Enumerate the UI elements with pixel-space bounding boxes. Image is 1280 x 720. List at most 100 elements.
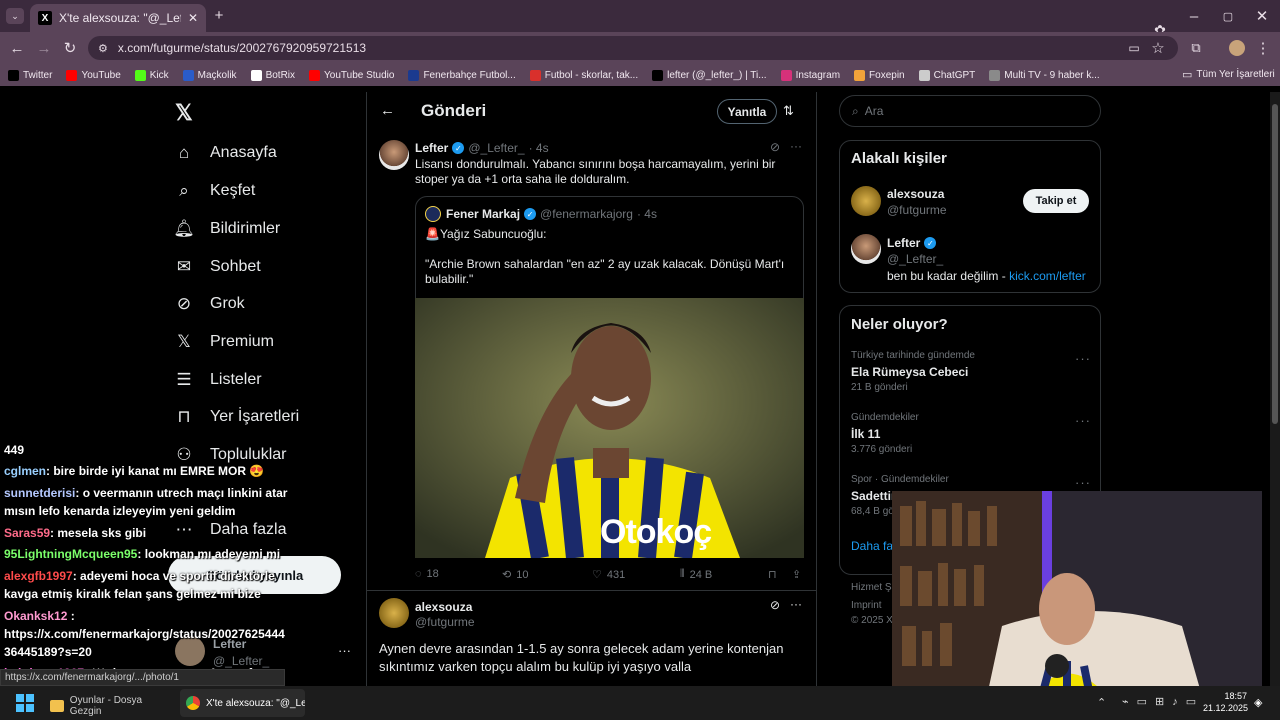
- grok-icon[interactable]: ⊘: [770, 598, 780, 612]
- bookmark-item[interactable]: Instagram: [780, 69, 840, 81]
- all-bookmarks-folder[interactable]: ▭ Tüm Yer İşaretleri: [1182, 68, 1275, 81]
- tab-search-button[interactable]: ⌄: [6, 8, 24, 24]
- taskbar-explorer[interactable]: Oyunlar - Dosya Gezgin: [50, 695, 175, 717]
- nav-item-sohbet[interactable]: ✉ Sohbet: [174, 257, 261, 277]
- scrollbar-thumb[interactable]: [1272, 104, 1278, 424]
- nav-item-anasayfa[interactable]: ⌂ Anasayfa: [174, 143, 277, 163]
- nav-item-bildirimler[interactable]: 🔔︎ Bildirimler: [173, 219, 280, 239]
- bookmark-item[interactable]: Multi TV - 9 haber k...: [989, 69, 1100, 81]
- chart-icon: ⫴: [680, 568, 685, 580]
- clock-time[interactable]: 18:57: [1203, 691, 1247, 701]
- filter-settings-icon[interactable]: ⇅: [783, 103, 794, 119]
- maximize-button[interactable]: ▢: [1220, 8, 1236, 24]
- windows-start-icon[interactable]: [16, 694, 34, 712]
- like-action[interactable]: ♡ 431: [592, 568, 625, 582]
- trend-more-icon[interactable]: ···: [1075, 475, 1091, 490]
- x-logo-icon[interactable]: 𝕏: [175, 100, 193, 126]
- new-tab-button[interactable]: +: [212, 7, 226, 24]
- clock-date[interactable]: 21.12.2025: [1203, 703, 1248, 713]
- tweet-author-name[interactable]: Lefter: [415, 141, 448, 155]
- views-action[interactable]: ⫴ 24 B: [680, 568, 712, 581]
- scrollbar[interactable]: [1270, 92, 1280, 686]
- player-photo[interactable]: Otokoç: [415, 298, 804, 558]
- taskbar-chrome[interactable]: X'te alexsouza: "@_Left: [180, 689, 305, 717]
- back-arrow-icon[interactable]: ←: [380, 102, 395, 119]
- reply-author-handle[interactable]: @futgurme: [415, 615, 475, 629]
- reply-author-avatar[interactable]: [379, 598, 409, 628]
- account-more-icon[interactable]: ···: [338, 643, 351, 658]
- chat-text: https://x.com/fenermarkajorg/status/2002…: [4, 627, 285, 641]
- tray-icons[interactable]: ⌁▭⊞♪▭: [1122, 695, 1204, 708]
- share-action[interactable]: ⇪: [792, 568, 801, 581]
- bookmark-item[interactable]: lefter (@_lefter_) | Ti...: [652, 69, 767, 81]
- minimize-button[interactable]: –: [1186, 8, 1202, 25]
- trend-name[interactable]: Ela Rümeysa Cebeci: [851, 365, 968, 379]
- tray-chevron-icon[interactable]: ⌃: [1097, 696, 1106, 709]
- trend-more-icon[interactable]: ···: [1075, 413, 1091, 428]
- show-more-link[interactable]: Daha fa: [851, 539, 893, 553]
- nav-item-yer-i-şaretleri[interactable]: ⊓ Yer İşaretleri: [174, 407, 299, 427]
- cast-icon[interactable]: ▭: [1126, 40, 1142, 56]
- trend-more-icon[interactable]: ···: [1075, 351, 1091, 366]
- tweet-time[interactable]: · 4s: [529, 141, 549, 155]
- bookmark-item[interactable]: ChatGPT: [918, 69, 975, 81]
- bookmark-item[interactable]: Fenerbahçe Futbol...: [408, 69, 516, 81]
- reply-author-name[interactable]: alexsouza: [415, 600, 472, 614]
- nav-item-daha-fazla[interactable]: ⋯ Daha fazla: [174, 520, 287, 540]
- nav-item-grok[interactable]: ⊘ Grok: [174, 294, 245, 314]
- tweet-author-handle[interactable]: @_Lefter_: [468, 141, 524, 155]
- person-avatar[interactable]: [851, 186, 881, 216]
- trend-context: Spor · Gündemdekiler: [851, 474, 949, 485]
- extensions-icon[interactable]: ⧉: [1188, 40, 1204, 56]
- nav-label: Sohbet: [210, 258, 261, 275]
- address-bar[interactable]: ⚙ x.com/futgurme/status/2002767920959721…: [88, 36, 1178, 60]
- search-input[interactable]: ⌕ Ara: [839, 95, 1101, 127]
- home-icon: ⌂: [178, 143, 190, 162]
- tab-close-icon[interactable]: ✕: [188, 11, 198, 25]
- retweet-action[interactable]: ⟲ 10: [502, 568, 528, 582]
- person-avatar[interactable]: [851, 234, 881, 264]
- reply-header-button[interactable]: Yanıtla: [717, 99, 777, 124]
- chat-username: Saras59: [4, 526, 51, 540]
- nav-item-premium[interactable]: 𝕏 Premium: [174, 332, 274, 352]
- nav-item-topluluklar[interactable]: ⚇ Topluluklar: [174, 445, 286, 465]
- site-info-icon[interactable]: ⚙: [98, 42, 108, 55]
- person-name[interactable]: alexsouza: [887, 187, 944, 201]
- person-handle[interactable]: @futgurme: [887, 203, 947, 217]
- bookmark-item[interactable]: Futbol - skorlar, tak...: [529, 69, 638, 81]
- chat-message: mısın lefo kenarda izleyeyim yeni geldim: [4, 504, 235, 518]
- notification-icon[interactable]: ◈: [1254, 696, 1262, 709]
- nav-item-keşfet[interactable]: ⌕ Keşfet: [174, 181, 255, 201]
- bookmark-star-icon[interactable]: ☆: [1150, 40, 1166, 57]
- follow-button[interactable]: Takip et: [1023, 189, 1089, 213]
- bookmark-item[interactable]: Kick: [134, 69, 169, 81]
- forward-button[interactable]: →: [35, 39, 53, 57]
- footer-link[interactable]: Imprint: [851, 600, 882, 611]
- bookmark-item[interactable]: Maçkolik: [182, 69, 237, 81]
- reply-action[interactable]: ◌ 18: [415, 568, 439, 580]
- chrome-task-label: X'te alexsouza: "@_Left: [206, 697, 305, 709]
- reload-button[interactable]: ↻: [61, 39, 79, 57]
- bookmark-action[interactable]: ⊓: [768, 568, 777, 581]
- reply-more-icon[interactable]: ···: [790, 597, 802, 611]
- bookmark-label: BotRix: [265, 69, 296, 81]
- nav-item-listeler[interactable]: ☰ Listeler: [174, 370, 261, 390]
- tweet-more-icon[interactable]: ···: [790, 139, 802, 153]
- window-close-button[interactable]: ✕: [1254, 8, 1270, 25]
- active-tab[interactable]: X X'te alexsouza: "@_Lefter_ Aym ✕: [30, 4, 206, 32]
- bookmark-item[interactable]: YouTube: [66, 69, 121, 81]
- person-name[interactable]: Lefter: [887, 236, 920, 250]
- person-handle[interactable]: @_Lefter_: [887, 252, 943, 266]
- browser-menu-icon[interactable]: ⋮: [1256, 40, 1271, 57]
- footer-link[interactable]: Hizmet Şa: [851, 582, 897, 593]
- profile-avatar[interactable]: [1229, 40, 1245, 56]
- bio-link[interactable]: kick.com/lefter: [1009, 269, 1086, 283]
- bookmark-item[interactable]: Twitter: [8, 69, 52, 81]
- back-button[interactable]: ←: [8, 39, 26, 57]
- trend-name[interactable]: İlk 11: [851, 427, 880, 441]
- grok-icon[interactable]: ⊘: [770, 140, 780, 154]
- bookmark-item[interactable]: BotRix: [250, 69, 296, 81]
- tweet-author-avatar[interactable]: [379, 140, 409, 170]
- bookmark-item[interactable]: Foxepin: [854, 69, 905, 81]
- bookmark-item[interactable]: YouTube Studio: [309, 69, 394, 81]
